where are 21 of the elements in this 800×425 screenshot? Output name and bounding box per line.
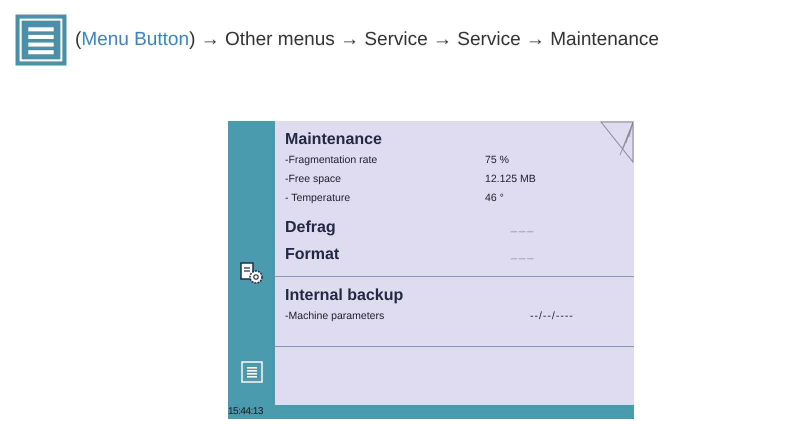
section-heading: Internal backup	[285, 286, 404, 306]
section-heading: Maintenance	[285, 130, 383, 150]
row-label: -Fragmentation rate	[285, 153, 378, 168]
row-label: -Machine parameters	[285, 309, 386, 324]
row-value: 46 °	[485, 191, 504, 206]
clock-text: 15:44:13	[228, 405, 263, 419]
menu-button-link[interactable]: Menu Button	[81, 28, 190, 50]
row-label: -Free space	[285, 172, 342, 187]
action-label[interactable]: Format	[285, 242, 511, 266]
menu-icon[interactable]	[240, 361, 262, 383]
document-gear-icon[interactable]	[238, 261, 264, 285]
action-value: ___	[511, 220, 536, 236]
row-label: - Temperature	[285, 191, 352, 206]
row-value: 12.125 MB	[485, 172, 536, 187]
row-value: 75 %	[485, 153, 509, 168]
action-label[interactable]: Defrag	[285, 216, 511, 240]
row-value: --/--/----	[530, 309, 574, 324]
action-value: ___	[511, 247, 536, 262]
menu-icon[interactable]	[13, 12, 69, 68]
corner-fold-icon	[600, 121, 634, 163]
breadcrumb-path: (Menu Button) → Other menus → Service → Service → Maintenance	[75, 28, 659, 52]
